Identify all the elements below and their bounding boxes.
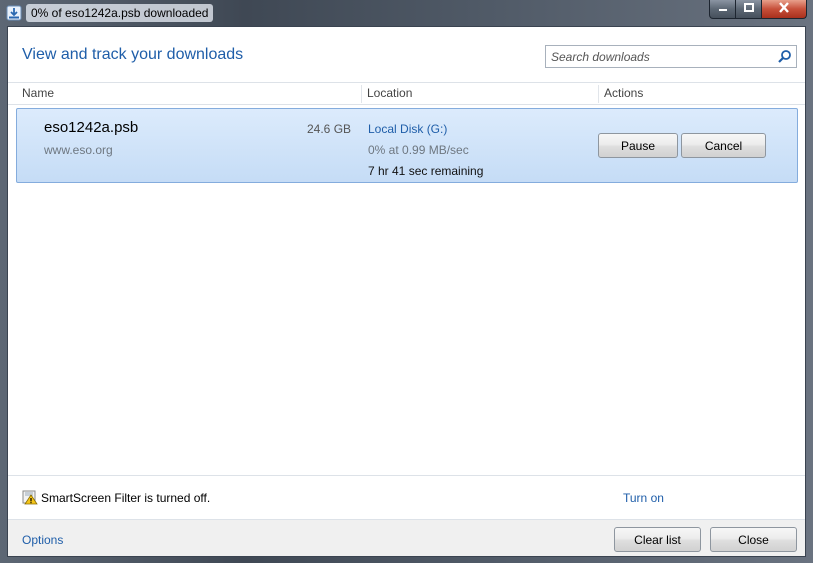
page-title: View and track your downloads: [22, 46, 244, 63]
column-headers: Name Location Actions: [8, 82, 805, 105]
window-title: 0% of eso1242a.psb downloaded: [26, 4, 214, 22]
file-name: eso1242a.psb: [44, 119, 139, 136]
footer-divider: [8, 475, 805, 476]
column-divider[interactable]: [598, 85, 599, 103]
turn-on-link[interactable]: Turn on: [623, 491, 664, 505]
options-link[interactable]: Options: [22, 533, 63, 547]
location-link[interactable]: Local Disk (G:): [368, 122, 447, 136]
bottom-bar: Options Clear list Close: [8, 519, 805, 556]
smartscreen-status: SmartScreen Filter is turned off.: [41, 491, 211, 505]
clear-list-button[interactable]: Clear list: [614, 527, 701, 552]
window-close-button[interactable]: [762, 0, 807, 19]
download-row[interactable]: eso1242a.psb 24.6 GB www.eso.org Local D…: [16, 108, 798, 183]
maximize-button[interactable]: [736, 0, 762, 19]
file-size: 24.6 GB: [307, 122, 352, 136]
maximize-icon: [743, 2, 754, 16]
search-input[interactable]: [546, 46, 774, 67]
caption-buttons: [709, 0, 807, 19]
download-window: 0% of eso1242a.psb downloaded View and t…: [0, 0, 813, 563]
close-icon: [778, 2, 790, 16]
time-remaining: 7 hr 41 sec remaining: [368, 164, 484, 178]
column-header-name[interactable]: Name: [22, 83, 54, 104]
column-divider[interactable]: [361, 85, 362, 103]
download-manager-icon: [6, 5, 22, 21]
search-box[interactable]: [545, 45, 797, 68]
file-source: www.eso.org: [44, 143, 113, 157]
search-icon[interactable]: [777, 49, 792, 64]
column-header-actions: Actions: [604, 86, 644, 100]
progress-text: 0% at 0.99 MB/sec: [368, 143, 469, 157]
minimize-button[interactable]: [709, 0, 736, 19]
warning-shield-icon: [22, 489, 38, 505]
client-area: View and track your downloads Name Locat…: [7, 26, 806, 557]
title-bar[interactable]: 0% of eso1242a.psb downloaded: [0, 0, 813, 26]
close-button[interactable]: Close: [710, 527, 797, 552]
minimize-icon: [718, 2, 728, 16]
cancel-button[interactable]: Cancel: [681, 133, 766, 158]
pause-button[interactable]: Pause: [598, 133, 678, 158]
column-header-location[interactable]: Location: [367, 83, 412, 104]
